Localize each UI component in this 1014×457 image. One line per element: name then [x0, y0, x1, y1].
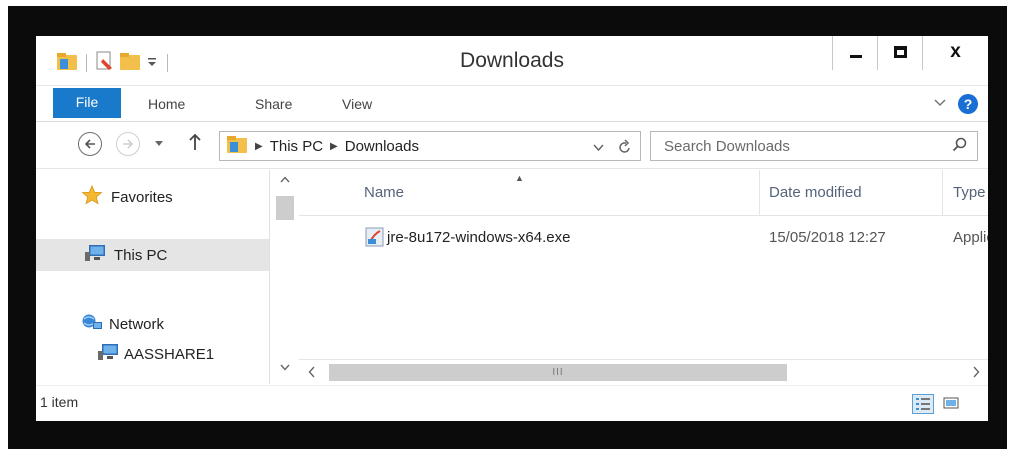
nav-item-label: AASSHARE1	[124, 345, 215, 363]
scroll-thumb[interactable]	[276, 196, 294, 220]
refresh-icon[interactable]	[618, 137, 632, 158]
large-icons-view-icon	[943, 397, 959, 409]
window-controls: x	[832, 36, 988, 70]
nav-item-label: Favorites	[111, 188, 173, 206]
search-icon[interactable]	[951, 136, 969, 154]
explorer-window: Downloads x File Home Share View ? ▶ Thi…	[36, 36, 988, 421]
forward-button[interactable]	[116, 132, 140, 156]
column-header-date-modified[interactable]: Date modified	[769, 184, 862, 201]
java-installer-icon	[365, 226, 385, 252]
scroll-left-icon[interactable]	[308, 365, 316, 383]
close-icon: x	[950, 41, 961, 62]
column-separator[interactable]	[759, 170, 760, 216]
title-bar: Downloads x	[36, 36, 988, 86]
large-icons-view-button[interactable]	[941, 394, 963, 414]
status-bar: 1 item	[36, 385, 988, 421]
close-button[interactable]: x	[922, 36, 988, 70]
help-icon[interactable]: ?	[958, 94, 978, 114]
nav-item-favorites[interactable]: Favorites	[36, 181, 269, 213]
column-header-type[interactable]: Type	[953, 184, 986, 201]
nav-item-this-pc[interactable]: This PC	[36, 239, 269, 271]
breadcrumb-this-pc[interactable]: This PC	[270, 138, 323, 155]
file-list: ▲ Name Date modified Type jre-8u172-wind…	[299, 170, 988, 384]
details-view-button[interactable]	[912, 394, 934, 414]
maximize-icon	[894, 46, 907, 58]
nav-item-network[interactable]: Network	[36, 308, 269, 340]
column-header-name[interactable]: Name	[364, 184, 404, 201]
back-button[interactable]	[78, 132, 102, 156]
navigation-pane: Favorites This PC Network AASSHARE1	[36, 170, 269, 384]
search-input[interactable]	[651, 132, 931, 160]
recent-locations-icon[interactable]	[154, 136, 164, 150]
nav-item-label: This PC	[114, 246, 168, 264]
file-row[interactable]: jre-8u172-windows-x64.exe 15/05/2018 12:…	[299, 222, 988, 254]
up-arrow-icon[interactable]	[188, 132, 202, 158]
nav-item-label: Network	[109, 315, 165, 333]
file-date-modified: 15/05/2018 12:27	[769, 229, 886, 246]
computer-icon	[97, 343, 119, 365]
breadcrumb-arrow-icon[interactable]: ▶	[330, 141, 338, 152]
ribbon-tabs: File Home Share View ?	[36, 86, 988, 122]
scroll-down-icon[interactable]	[270, 362, 299, 374]
tab-share[interactable]: Share	[255, 86, 292, 122]
column-headers: ▲ Name Date modified Type	[299, 170, 988, 216]
horizontal-scrollbar[interactable]: III	[299, 359, 988, 384]
network-icon	[81, 313, 103, 335]
star-icon	[81, 184, 103, 209]
file-name[interactable]: jre-8u172-windows-x64.exe	[387, 229, 570, 246]
item-count: 1 item	[40, 394, 79, 410]
folder-icon	[226, 134, 248, 158]
maximize-button[interactable]	[877, 36, 922, 70]
nav-pane-scrollbar[interactable]	[269, 170, 298, 384]
tab-home[interactable]: Home	[148, 86, 185, 122]
details-view-icon	[916, 398, 930, 410]
expand-ribbon-icon[interactable]	[934, 95, 946, 113]
address-tail	[593, 137, 632, 158]
computer-icon	[84, 244, 106, 266]
sort-ascending-icon: ▲	[515, 173, 524, 183]
address-dropdown-icon[interactable]	[593, 137, 604, 158]
tab-file[interactable]: File	[53, 88, 121, 118]
breadcrumb-arrow-icon[interactable]: ▶	[255, 141, 263, 152]
ribbon-right-controls: ?	[934, 94, 978, 114]
navigation-bar: ▶ This PC ▶ Downloads	[36, 123, 988, 169]
tab-view[interactable]: View	[342, 86, 372, 122]
minimize-button[interactable]	[832, 36, 877, 70]
scroll-right-icon[interactable]	[972, 365, 980, 383]
minimize-icon	[850, 55, 862, 58]
nav-item-aasshare1[interactable]: AASSHARE1	[36, 338, 269, 370]
file-type: Applicat	[953, 229, 988, 246]
breadcrumb-downloads[interactable]: Downloads	[345, 138, 419, 155]
scroll-up-icon[interactable]	[270, 174, 299, 186]
scroll-thumb[interactable]: III	[329, 364, 787, 381]
search-box[interactable]	[650, 131, 978, 161]
address-bar[interactable]: ▶ This PC ▶ Downloads	[219, 131, 641, 161]
column-separator[interactable]	[942, 170, 943, 216]
